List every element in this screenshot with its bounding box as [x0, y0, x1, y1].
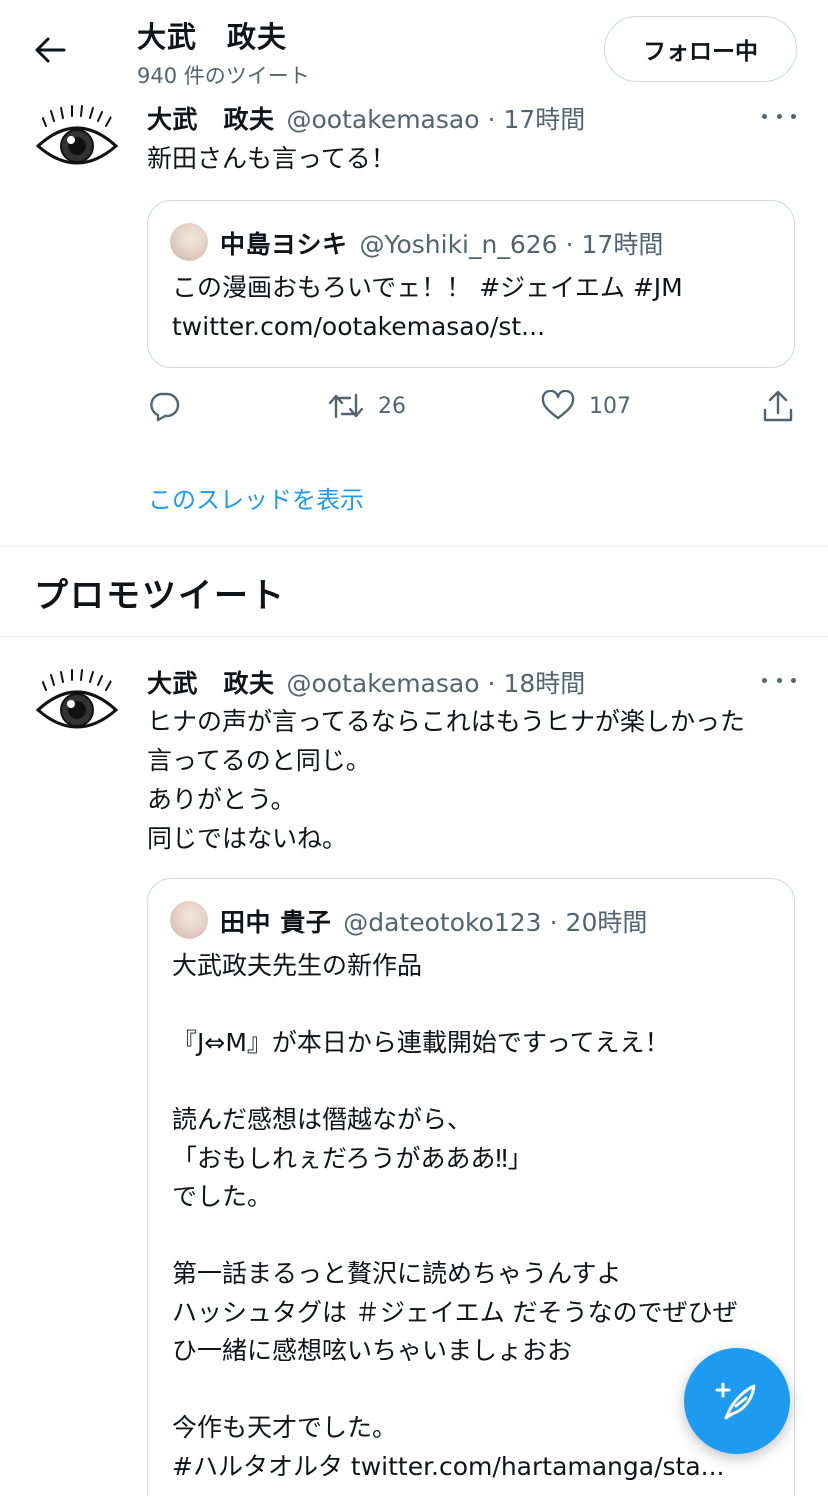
quote-time: 20時間: [565, 908, 648, 937]
tweet-count: 940 件のツイート: [137, 64, 310, 88]
like-count: 107: [589, 393, 631, 419]
avatar[interactable]: [34, 664, 120, 750]
show-thread-link[interactable]: このスレッドを表示: [148, 480, 364, 515]
more-options-icon[interactable]: [762, 670, 796, 690]
tweet-actions: 26 107: [0, 390, 828, 430]
quoted-tweet[interactable]: 中島ヨシキ @Yoshiki_n_626 · 17時間 この漫画おもろいでェ！！…: [147, 200, 795, 368]
author-name[interactable]: 大武 政夫: [147, 664, 275, 700]
quote-author-handle: @Yoshiki_n_626: [359, 230, 558, 259]
avatar: [170, 223, 208, 261]
eye-logo-icon: [35, 669, 119, 729]
avatar[interactable]: [34, 100, 120, 186]
tweet-time[interactable]: 18時間: [503, 664, 585, 700]
more-options-icon[interactable]: [762, 106, 796, 126]
profile-name: 大武 政夫: [137, 20, 288, 54]
separator-dot: ·: [487, 669, 496, 698]
following-button[interactable]: フォロー中: [604, 16, 797, 82]
author-handle[interactable]: @ootakemasao: [287, 669, 480, 698]
eye-logo-icon: [35, 105, 119, 165]
tweet-time[interactable]: 17時間: [503, 100, 585, 136]
separator-dot: ·: [565, 230, 574, 259]
back-arrow-icon[interactable]: [30, 30, 70, 70]
separator-dot: ·: [549, 908, 558, 937]
heart-icon: [541, 390, 575, 420]
tweet-text: 新田さんも言ってる！: [147, 144, 396, 173]
separator-dot: ·: [487, 105, 496, 134]
avatar: [170, 901, 208, 939]
quote-text: この漫画おもろいでェ！！ #ジェイエム #JM twitter.com/oota…: [172, 273, 683, 341]
share-button[interactable]: [762, 390, 794, 424]
quote-author-name: 田中 貴子: [220, 908, 332, 937]
divider: [0, 636, 828, 637]
tweet-text: ヒナの声が言ってるならこれはもうヒナが楽しかった 言ってるのと同じ。 ありがとう…: [147, 707, 746, 853]
share-icon: [763, 390, 793, 422]
quote-header: 中島ヨシキ @Yoshiki_n_626 · 17時間: [220, 225, 663, 261]
reply-icon: [150, 392, 180, 422]
author-handle[interactable]: @ootakemasao: [287, 105, 480, 134]
profile-header: 大武 政夫 940 件のツイート フォロー中: [0, 0, 828, 92]
tweet-header: 大武 政夫 @ootakemasao · 17時間: [147, 100, 585, 136]
feather-plus-icon: [715, 1382, 756, 1420]
reply-button[interactable]: [148, 390, 180, 422]
retweet-button[interactable]: 26: [328, 390, 406, 422]
author-name[interactable]: 大武 政夫: [147, 100, 275, 136]
section-title: プロモツイート: [34, 576, 286, 616]
quote-header: 田中 貴子 @dateotoko123 · 20時間: [220, 903, 647, 939]
quote-author-handle: @dateotoko123: [343, 908, 542, 937]
like-button[interactable]: 107: [541, 390, 631, 422]
quote-author-name: 中島ヨシキ: [220, 230, 348, 259]
quote-time: 17時間: [581, 230, 664, 259]
tweet-header: 大武 政夫 @ootakemasao · 18時間: [147, 664, 585, 700]
retweet-icon: [328, 393, 364, 419]
retweet-count: 26: [378, 393, 406, 419]
compose-tweet-button[interactable]: [684, 1348, 790, 1454]
divider: [0, 546, 828, 547]
